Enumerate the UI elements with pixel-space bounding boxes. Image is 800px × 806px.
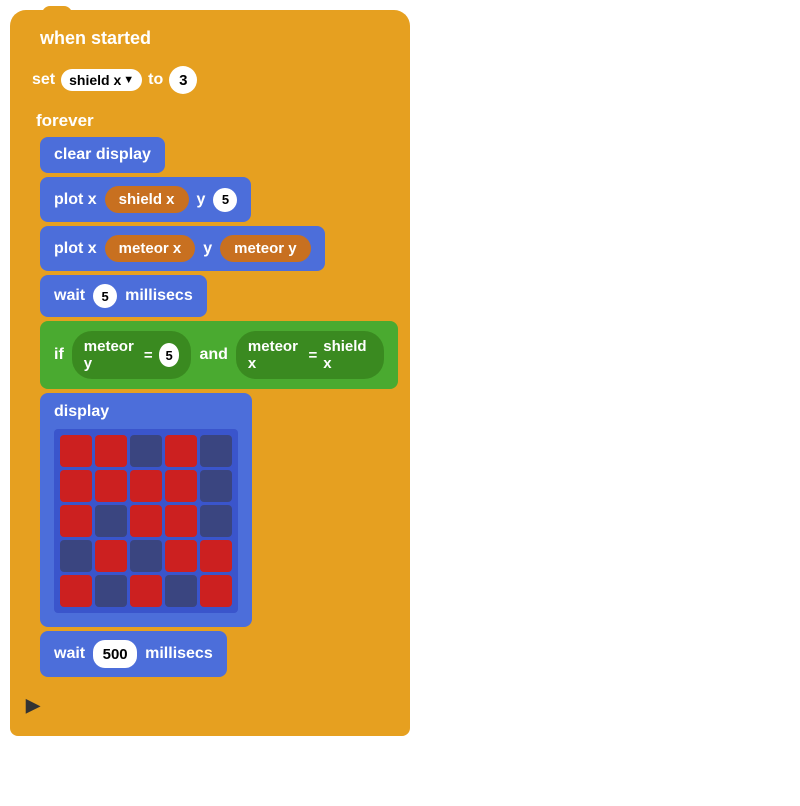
grid-cell xyxy=(60,540,92,572)
forever-label: forever xyxy=(22,103,108,137)
display-grid xyxy=(54,429,238,613)
grid-cell xyxy=(200,575,232,607)
millisecs-2: millisecs xyxy=(145,645,213,663)
grid-cell xyxy=(165,575,197,607)
grid-cell xyxy=(130,540,162,572)
wait-label-1: wait xyxy=(54,287,85,305)
grid-cell xyxy=(165,470,197,502)
set-block: set shield x ▼ to 3 xyxy=(22,59,207,101)
grid-cell xyxy=(95,505,127,537)
y-label-1: y xyxy=(197,191,206,209)
wait-block-1: wait 5 millisecs xyxy=(40,275,207,317)
grid-cell xyxy=(130,470,162,502)
grid-cell xyxy=(60,575,92,607)
and-label: and xyxy=(199,346,227,364)
plot-x-label-2: plot x xyxy=(54,240,97,258)
millisecs-1: millisecs xyxy=(125,287,193,305)
grid-cell xyxy=(130,505,162,537)
scratch-program: when started set shield x ▼ to 3 forever… xyxy=(10,10,410,736)
plot-block-2: plot x meteor x y meteor y xyxy=(40,226,325,271)
to-label: to xyxy=(148,71,163,89)
arrow-bottom: ▶ xyxy=(22,695,398,716)
when-started-label: when started xyxy=(40,28,151,48)
set-value-bubble: 3 xyxy=(169,66,197,94)
plot-block-1: plot x shield x y 5 xyxy=(40,177,251,222)
grid-cell xyxy=(130,435,162,467)
y-label-2: y xyxy=(203,240,212,258)
plot-x-label-1: plot x xyxy=(54,191,97,209)
grid-cell xyxy=(200,505,232,537)
clear-display-label: clear display xyxy=(54,146,151,164)
display-block: display xyxy=(40,393,252,627)
condition-2: meteor x = shield x xyxy=(236,331,384,379)
shield-x-pill: shield x xyxy=(105,186,189,213)
cond1-eq: = xyxy=(144,347,153,364)
if-label: if xyxy=(54,346,64,364)
grid-cell xyxy=(95,435,127,467)
grid-cell xyxy=(95,540,127,572)
forever-inner: clear display plot x shield x y 5 plot x… xyxy=(40,137,398,677)
forever-block: forever clear display plot x shield x y … xyxy=(22,103,398,687)
grid-cell xyxy=(165,435,197,467)
set-value: 3 xyxy=(179,72,187,89)
meteor-y-pill: meteor y xyxy=(220,235,311,262)
cond1-val: 5 xyxy=(159,343,180,367)
grid-cell xyxy=(165,505,197,537)
grid-cell xyxy=(95,575,127,607)
cond2-eq: = xyxy=(308,347,317,364)
cond2-var: meteor x xyxy=(248,338,303,372)
meteor-x-pill: meteor x xyxy=(105,235,196,262)
grid-cell xyxy=(200,540,232,572)
wait-block-2: wait 500 millisecs xyxy=(40,631,227,677)
grid-cell xyxy=(60,435,92,467)
cond1-var: meteor y xyxy=(84,338,138,372)
grid-cell xyxy=(130,575,162,607)
grid-cell xyxy=(60,505,92,537)
clear-display-block: clear display xyxy=(40,137,165,173)
if-block: if meteor y = 5 and meteor x = shield x xyxy=(40,321,398,389)
display-label: display xyxy=(54,403,238,421)
wait-val-1: 5 xyxy=(93,284,117,308)
wait-val-2: 500 xyxy=(93,640,137,668)
grid-cell xyxy=(165,540,197,572)
condition-1: meteor y = 5 xyxy=(72,331,192,379)
grid-cell xyxy=(60,470,92,502)
when-started-block: when started xyxy=(22,18,169,57)
set-label: set xyxy=(32,71,55,89)
grid-cell xyxy=(200,435,232,467)
cond2-var2: shield x xyxy=(323,338,372,372)
dropdown-arrow: ▼ xyxy=(123,74,134,86)
y-val-1: 5 xyxy=(213,188,237,212)
variable-name: shield x xyxy=(69,72,121,88)
grid-cell xyxy=(200,470,232,502)
grid-cell xyxy=(95,470,127,502)
variable-pill[interactable]: shield x ▼ xyxy=(61,69,142,91)
wait-label-2: wait xyxy=(54,645,85,663)
